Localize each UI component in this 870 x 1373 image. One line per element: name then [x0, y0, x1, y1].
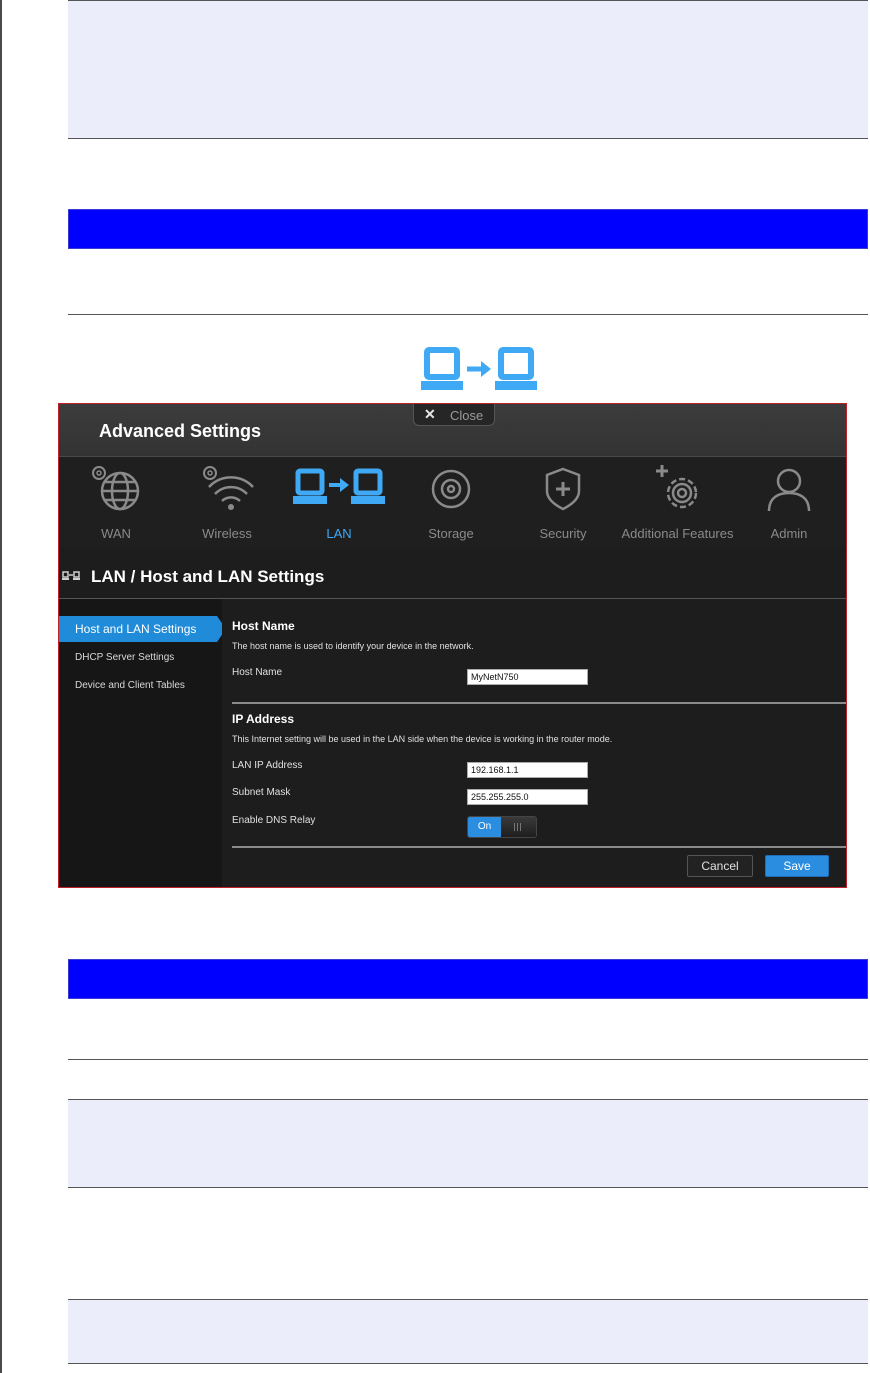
page-title: LAN / Host and LAN Settings [91, 567, 325, 586]
doc-rule [68, 1363, 868, 1364]
nav-label-admin: Admin [770, 526, 808, 541]
host-name-label: Host Name [232, 667, 283, 678]
dns-relay-toggle[interactable]: On [467, 816, 537, 838]
section-divider [232, 702, 846, 704]
nav-label-wan: WAN [101, 526, 131, 541]
section-description-host-name: The host name is used to identify your d… [232, 641, 474, 651]
doc-section-bar [68, 959, 868, 999]
gear-plus-icon [655, 465, 697, 509]
sidebar: Host and LAN Settings DHCP Server Settin… [59, 599, 226, 887]
sidebar-item-label: Host and LAN Settings [75, 622, 197, 636]
section-divider [232, 846, 846, 848]
page-margin-rule [0, 0, 2, 1373]
toggle-knob [501, 817, 536, 837]
nav-label-wireless: Wireless [202, 526, 252, 541]
doc-shaded-block [68, 1099, 868, 1187]
subnet-mask-label: Subnet Mask [232, 787, 291, 798]
nav-item-security[interactable]: Security [508, 457, 618, 547]
lan-small-icon [62, 571, 80, 580]
lan-ip-label: LAN IP Address [232, 760, 303, 771]
page-heading: LAN / Host and LAN Settings [59, 562, 846, 598]
sidebar-item-host-and-lan-settings[interactable]: Host and LAN Settings [59, 616, 226, 642]
nav-item-storage[interactable]: Storage [396, 457, 506, 547]
wifi-gear-icon [203, 466, 254, 510]
shield-plus-icon [545, 467, 581, 511]
lan-ip-field[interactable] [467, 762, 588, 778]
dns-relay-label: Enable DNS Relay [232, 815, 316, 826]
subnet-mask-field[interactable] [467, 789, 588, 805]
nav-label-additional-features: Additional Features [621, 526, 734, 541]
save-button[interactable]: Save [765, 855, 829, 877]
doc-shaded-block-top [68, 0, 868, 138]
sidebar-item-device-and-client-tables[interactable]: Device and Client Tables [59, 673, 222, 699]
close-icon: ✕ [424, 406, 436, 422]
doc-rule [68, 1099, 868, 1100]
disc-icon [431, 469, 471, 509]
close-label: Close [450, 408, 484, 423]
nav-label-security: Security [539, 526, 587, 541]
globe-gear-icon [92, 466, 140, 511]
user-icon [767, 468, 811, 511]
section-description-ip-address: This Internet setting will be used in th… [232, 734, 613, 744]
section-title-ip-address: IP Address [232, 712, 295, 726]
lan-icon [421, 347, 537, 390]
host-name-field[interactable] [467, 669, 588, 685]
lan-icon [293, 468, 385, 504]
doc-rule [68, 1187, 868, 1188]
settings-content: Host Name The host name is used to ident… [222, 599, 846, 887]
section-title-host-name: Host Name [232, 619, 295, 633]
doc-shaded-block [68, 1299, 868, 1363]
cancel-button[interactable]: Cancel [687, 855, 753, 877]
doc-section-bar [68, 209, 868, 249]
sidebar-item-label: DHCP Server Settings [75, 652, 175, 663]
doc-rule [68, 314, 868, 315]
sidebar-item-label: Device and Client Tables [75, 680, 185, 691]
top-nav: WAN Wireless LAN Storage Security Additi… [59, 457, 846, 547]
nav-item-wan[interactable]: WAN [61, 457, 171, 547]
sidebar-item-dhcp-server-settings[interactable]: DHCP Server Settings [59, 645, 222, 671]
doc-rule [68, 1299, 868, 1300]
nav-label-lan: LAN [326, 526, 352, 541]
window-title: Advanced Settings [99, 421, 262, 441]
nav-item-lan[interactable]: LAN [284, 457, 394, 547]
nav-label-storage: Storage [428, 526, 474, 541]
nav-item-wireless[interactable]: Wireless [172, 457, 282, 547]
toggle-on-label: On [468, 817, 501, 837]
doc-rule [68, 0, 868, 1]
doc-rule [68, 1059, 868, 1060]
nav-item-additional-features[interactable]: Additional Features [620, 457, 735, 547]
advanced-settings-screenshot: Advanced Settings ✕ Close WAN Wireless L… [58, 403, 847, 888]
close-button[interactable]: ✕ Close [413, 404, 495, 426]
doc-rule [68, 138, 868, 139]
nav-item-admin[interactable]: Admin [734, 457, 844, 547]
